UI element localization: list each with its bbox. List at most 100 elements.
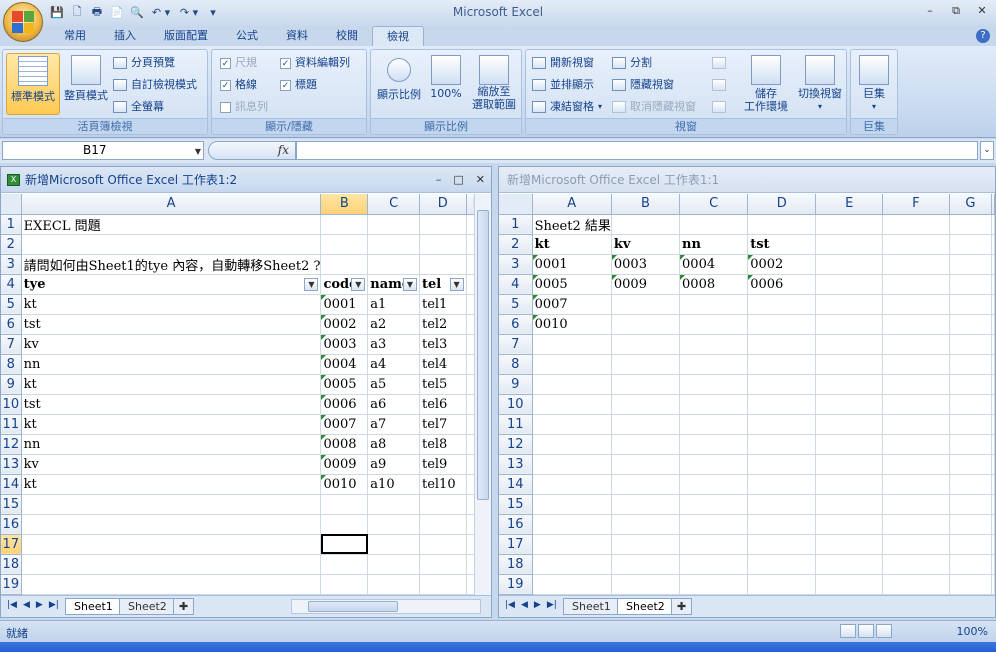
cell-C17[interactable]: [367, 534, 420, 555]
sheet-tab-sheet2[interactable]: Sheet2: [119, 598, 176, 615]
cell-A18[interactable]: [532, 554, 612, 575]
cell-B3[interactable]: 0003: [611, 254, 681, 275]
cell-E17[interactable]: [815, 534, 884, 555]
tab-view[interactable]: 檢視: [372, 26, 424, 46]
cell-D11[interactable]: tel7: [419, 414, 467, 435]
view-side-by-side-button[interactable]: [712, 54, 726, 72]
select-all-corner[interactable]: [499, 194, 533, 215]
row-header[interactable]: 1: [499, 214, 533, 235]
cell-C2[interactable]: nn: [679, 234, 749, 255]
prev-sheet-icon[interactable]: ◀: [23, 600, 30, 610]
cell-F18[interactable]: [882, 554, 950, 575]
cell-B12[interactable]: 0008: [320, 434, 369, 455]
cell-A13[interactable]: kv: [21, 454, 322, 475]
maximize-icon[interactable]: □: [453, 167, 463, 193]
cell-F17[interactable]: [882, 534, 950, 555]
cell-A5[interactable]: kt: [21, 294, 322, 315]
cell-E15[interactable]: [815, 494, 884, 515]
cell-A7[interactable]: [532, 334, 612, 355]
cell-G18[interactable]: [949, 554, 993, 575]
restore-button[interactable]: ⧉: [948, 3, 964, 19]
insert-sheet-icon[interactable]: ✚: [671, 598, 693, 615]
cell-D10[interactable]: [747, 394, 817, 415]
close-button[interactable]: ✕: [974, 3, 990, 19]
cell[interactable]: [991, 274, 995, 295]
cell-B10[interactable]: [611, 394, 681, 415]
cell-A8[interactable]: nn: [21, 354, 322, 375]
cell-B17[interactable]: [320, 534, 369, 555]
message-bar-checkbox[interactable]: ✓ 訊息列: [220, 98, 268, 116]
cell-A2[interactable]: kt: [532, 234, 612, 255]
cell-C9[interactable]: a5: [367, 374, 420, 395]
cell[interactable]: [991, 414, 995, 435]
cell-C10[interactable]: [679, 394, 749, 415]
cell-B5[interactable]: 0001: [320, 294, 369, 315]
cell-D19[interactable]: [747, 574, 817, 595]
cell-F11[interactable]: [882, 414, 950, 435]
minimize-button[interactable]: –: [922, 3, 938, 19]
cell-B15[interactable]: [611, 494, 681, 515]
row-header[interactable]: 3: [1, 254, 22, 275]
cell-C15[interactable]: [367, 494, 420, 515]
cell-B13[interactable]: 0009: [320, 454, 369, 475]
cell-E16[interactable]: [815, 514, 884, 535]
cell-E3[interactable]: [815, 254, 884, 275]
cell-D1[interactable]: [419, 214, 467, 235]
row-header[interactable]: 1: [1, 214, 22, 235]
insert-sheet-icon[interactable]: ✚: [173, 598, 195, 615]
split-button[interactable]: 分割: [612, 54, 652, 72]
row-header[interactable]: 5: [499, 294, 533, 315]
cell-C1[interactable]: [679, 214, 749, 235]
row-header[interactable]: 15: [499, 494, 533, 515]
cell[interactable]: [991, 534, 995, 555]
cell-F8[interactable]: [882, 354, 950, 375]
cell-B4[interactable]: 0009: [611, 274, 681, 295]
cell[interactable]: [991, 214, 995, 235]
cell-B16[interactable]: [320, 514, 369, 535]
row-header[interactable]: 4: [1, 274, 22, 295]
cell-G9[interactable]: [949, 374, 993, 395]
name-box[interactable]: B17 ▼: [2, 141, 204, 160]
row-header[interactable]: 19: [499, 574, 533, 595]
last-sheet-icon[interactable]: ▶|: [49, 600, 59, 610]
cell-F2[interactable]: [882, 234, 950, 255]
cell-A16[interactable]: [532, 514, 612, 535]
row-header[interactable]: 8: [499, 354, 533, 375]
cell[interactable]: [991, 574, 995, 595]
cell-D13[interactable]: [747, 454, 817, 475]
cell-A2[interactable]: [21, 234, 322, 255]
cell[interactable]: [991, 334, 995, 355]
cell-D14[interactable]: [747, 474, 817, 495]
row-header[interactable]: 2: [1, 234, 22, 255]
row-header[interactable]: 6: [499, 314, 533, 335]
cell-B8[interactable]: 0004: [320, 354, 369, 375]
help-icon[interactable]: ?: [976, 29, 990, 43]
cell-G7[interactable]: [949, 334, 993, 355]
cell-A17[interactable]: [532, 534, 612, 555]
cell-C6[interactable]: [679, 314, 749, 335]
cell-C4[interactable]: name ▼: [367, 274, 420, 295]
sheet-tab-sheet1[interactable]: Sheet1: [563, 598, 620, 615]
row-header[interactable]: 8: [1, 354, 22, 375]
cell-C5[interactable]: a1: [367, 294, 420, 315]
cell-D5[interactable]: [747, 294, 817, 315]
cell-A17[interactable]: [21, 534, 322, 555]
cell-C9[interactable]: [679, 374, 749, 395]
cell-B11[interactable]: [611, 414, 681, 435]
cell-E12[interactable]: [815, 434, 884, 455]
cell-B19[interactable]: [611, 574, 681, 595]
column-header[interactable]: D: [747, 194, 817, 215]
row-header[interactable]: 10: [1, 394, 22, 415]
cell-D12[interactable]: [747, 434, 817, 455]
row-header[interactable]: 17: [499, 534, 533, 555]
cell-C14[interactable]: [679, 474, 749, 495]
tab-review[interactable]: 校閱: [322, 26, 372, 46]
cell-B9[interactable]: 0005: [320, 374, 369, 395]
cell-F12[interactable]: [882, 434, 950, 455]
cell-C1[interactable]: [367, 214, 420, 235]
cell-B7[interactable]: [611, 334, 681, 355]
cell-A4[interactable]: 0005: [532, 274, 612, 295]
worksheet-grid-2[interactable]: ABCDEFG 1 Sheet2 結果 2 kt kv nn tst 3 0001 0003 000…: [499, 194, 995, 595]
cell[interactable]: [991, 494, 995, 515]
cell-B18[interactable]: [320, 554, 369, 575]
